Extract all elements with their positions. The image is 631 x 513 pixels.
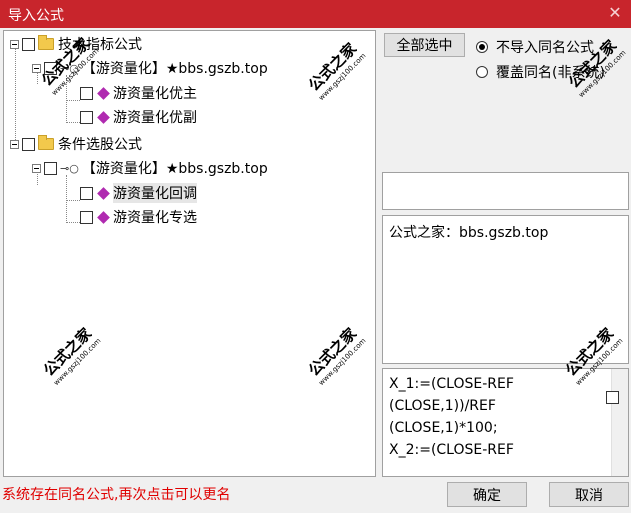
- tree-line: [66, 75, 67, 123]
- close-icon[interactable]: ✕: [605, 3, 625, 23]
- tree-line: [66, 222, 80, 223]
- tree-checkbox[interactable]: [22, 37, 35, 51]
- radio-label: 覆盖同名(非系统): [496, 65, 605, 81]
- code-line: (CLOSE,1)*100;: [389, 420, 498, 436]
- formula-icon: [97, 86, 110, 100]
- tree-item-label: 游资量化优副: [113, 110, 197, 126]
- tree-item-stock-selection[interactable]: 条件选股公式: [10, 133, 142, 155]
- cancel-button[interactable]: 取消: [549, 482, 629, 507]
- formula-icon: [97, 186, 110, 200]
- formula-description: 公式之家：bbs.gszb.top: [382, 215, 629, 364]
- tree-checkbox[interactable]: [80, 186, 93, 200]
- tree-item-label: 游资量化专选: [113, 210, 197, 226]
- collapse-icon[interactable]: [32, 163, 41, 173]
- tree-item-label: 【游资量化】★bbs.gszb.top: [81, 161, 268, 177]
- tree-line: [66, 100, 80, 101]
- collapse-icon[interactable]: [10, 139, 19, 149]
- radio-overwrite-same[interactable]: 覆盖同名(非系统): [476, 62, 605, 82]
- tree-line: [15, 48, 16, 144]
- tree-item-label: 【游资量化】★bbs.gszb.top: [81, 61, 268, 77]
- tree-checkbox[interactable]: [22, 137, 35, 151]
- tree-line: [66, 122, 80, 123]
- key-icon: ⊸○: [60, 61, 79, 75]
- tree-checkbox[interactable]: [44, 161, 57, 175]
- formula-tree[interactable]: 技术指标公式 ⊸○ 【游资量化】★bbs.gszb.top 游资量化优主 游资量…: [3, 30, 376, 477]
- tree-item-formula-group[interactable]: ⊸○ 【游资量化】★bbs.gszb.top: [32, 57, 268, 79]
- formula-icon: [97, 110, 110, 124]
- info-field: [382, 172, 629, 210]
- tree-item-label: 游资量化优主: [113, 86, 197, 102]
- tree-checkbox[interactable]: [80, 210, 93, 224]
- key-icon: ⊸○: [60, 161, 79, 175]
- radio-no-import-same[interactable]: 不导入同名公式: [476, 37, 594, 57]
- code-line: X_1:=(CLOSE-REF: [389, 376, 514, 392]
- tree-item-label: 游资量化回调: [113, 183, 197, 203]
- tree-item-formula-selected[interactable]: 游资量化回调: [80, 182, 197, 204]
- folder-icon: [38, 35, 54, 50]
- tree-item-formula-group[interactable]: ⊸○ 【游资量化】★bbs.gszb.top: [32, 157, 268, 179]
- code-line: X_2:=(CLOSE-REF: [389, 442, 514, 458]
- radio-label: 不导入同名公式: [496, 40, 594, 56]
- ok-button[interactable]: 确定: [447, 482, 527, 507]
- tree-item-label: 技术指标公式: [58, 37, 142, 53]
- folder-icon: [38, 135, 54, 150]
- radio-button[interactable]: [476, 41, 488, 53]
- tree-line: [66, 175, 67, 223]
- title-bar: 导入公式 ✕: [0, 0, 631, 28]
- collapse-icon[interactable]: [10, 39, 19, 49]
- code-scrollbar[interactable]: [611, 369, 628, 476]
- window-title: 导入公式: [8, 8, 64, 24]
- code-line: (CLOSE,1))/REF: [389, 398, 496, 414]
- collapse-icon[interactable]: [32, 63, 41, 73]
- radio-button[interactable]: [476, 66, 488, 78]
- tree-item-label: 条件选股公式: [58, 137, 142, 153]
- tree-checkbox[interactable]: [44, 61, 57, 75]
- tree-line: [66, 200, 80, 201]
- select-all-button[interactable]: 全部选中: [384, 33, 465, 57]
- formula-code-view[interactable]: X_1:=(CLOSE-REF (CLOSE,1))/REF (CLOSE,1)…: [382, 368, 629, 477]
- code-checkbox[interactable]: [606, 391, 619, 404]
- tree-item-formula[interactable]: 游资量化优副: [80, 106, 197, 128]
- tree-item-formula[interactable]: 游资量化专选: [80, 206, 197, 228]
- tree-item-formula[interactable]: 游资量化优主: [80, 82, 197, 104]
- status-message: 系统存在同名公式,再次点击可以更名: [2, 487, 231, 503]
- tree-checkbox[interactable]: [80, 110, 93, 124]
- tree-item-tech-indicators[interactable]: 技术指标公式: [10, 33, 142, 55]
- description-text: 公式之家：bbs.gszb.top: [389, 225, 549, 241]
- tree-checkbox[interactable]: [80, 86, 93, 100]
- formula-icon: [97, 210, 110, 224]
